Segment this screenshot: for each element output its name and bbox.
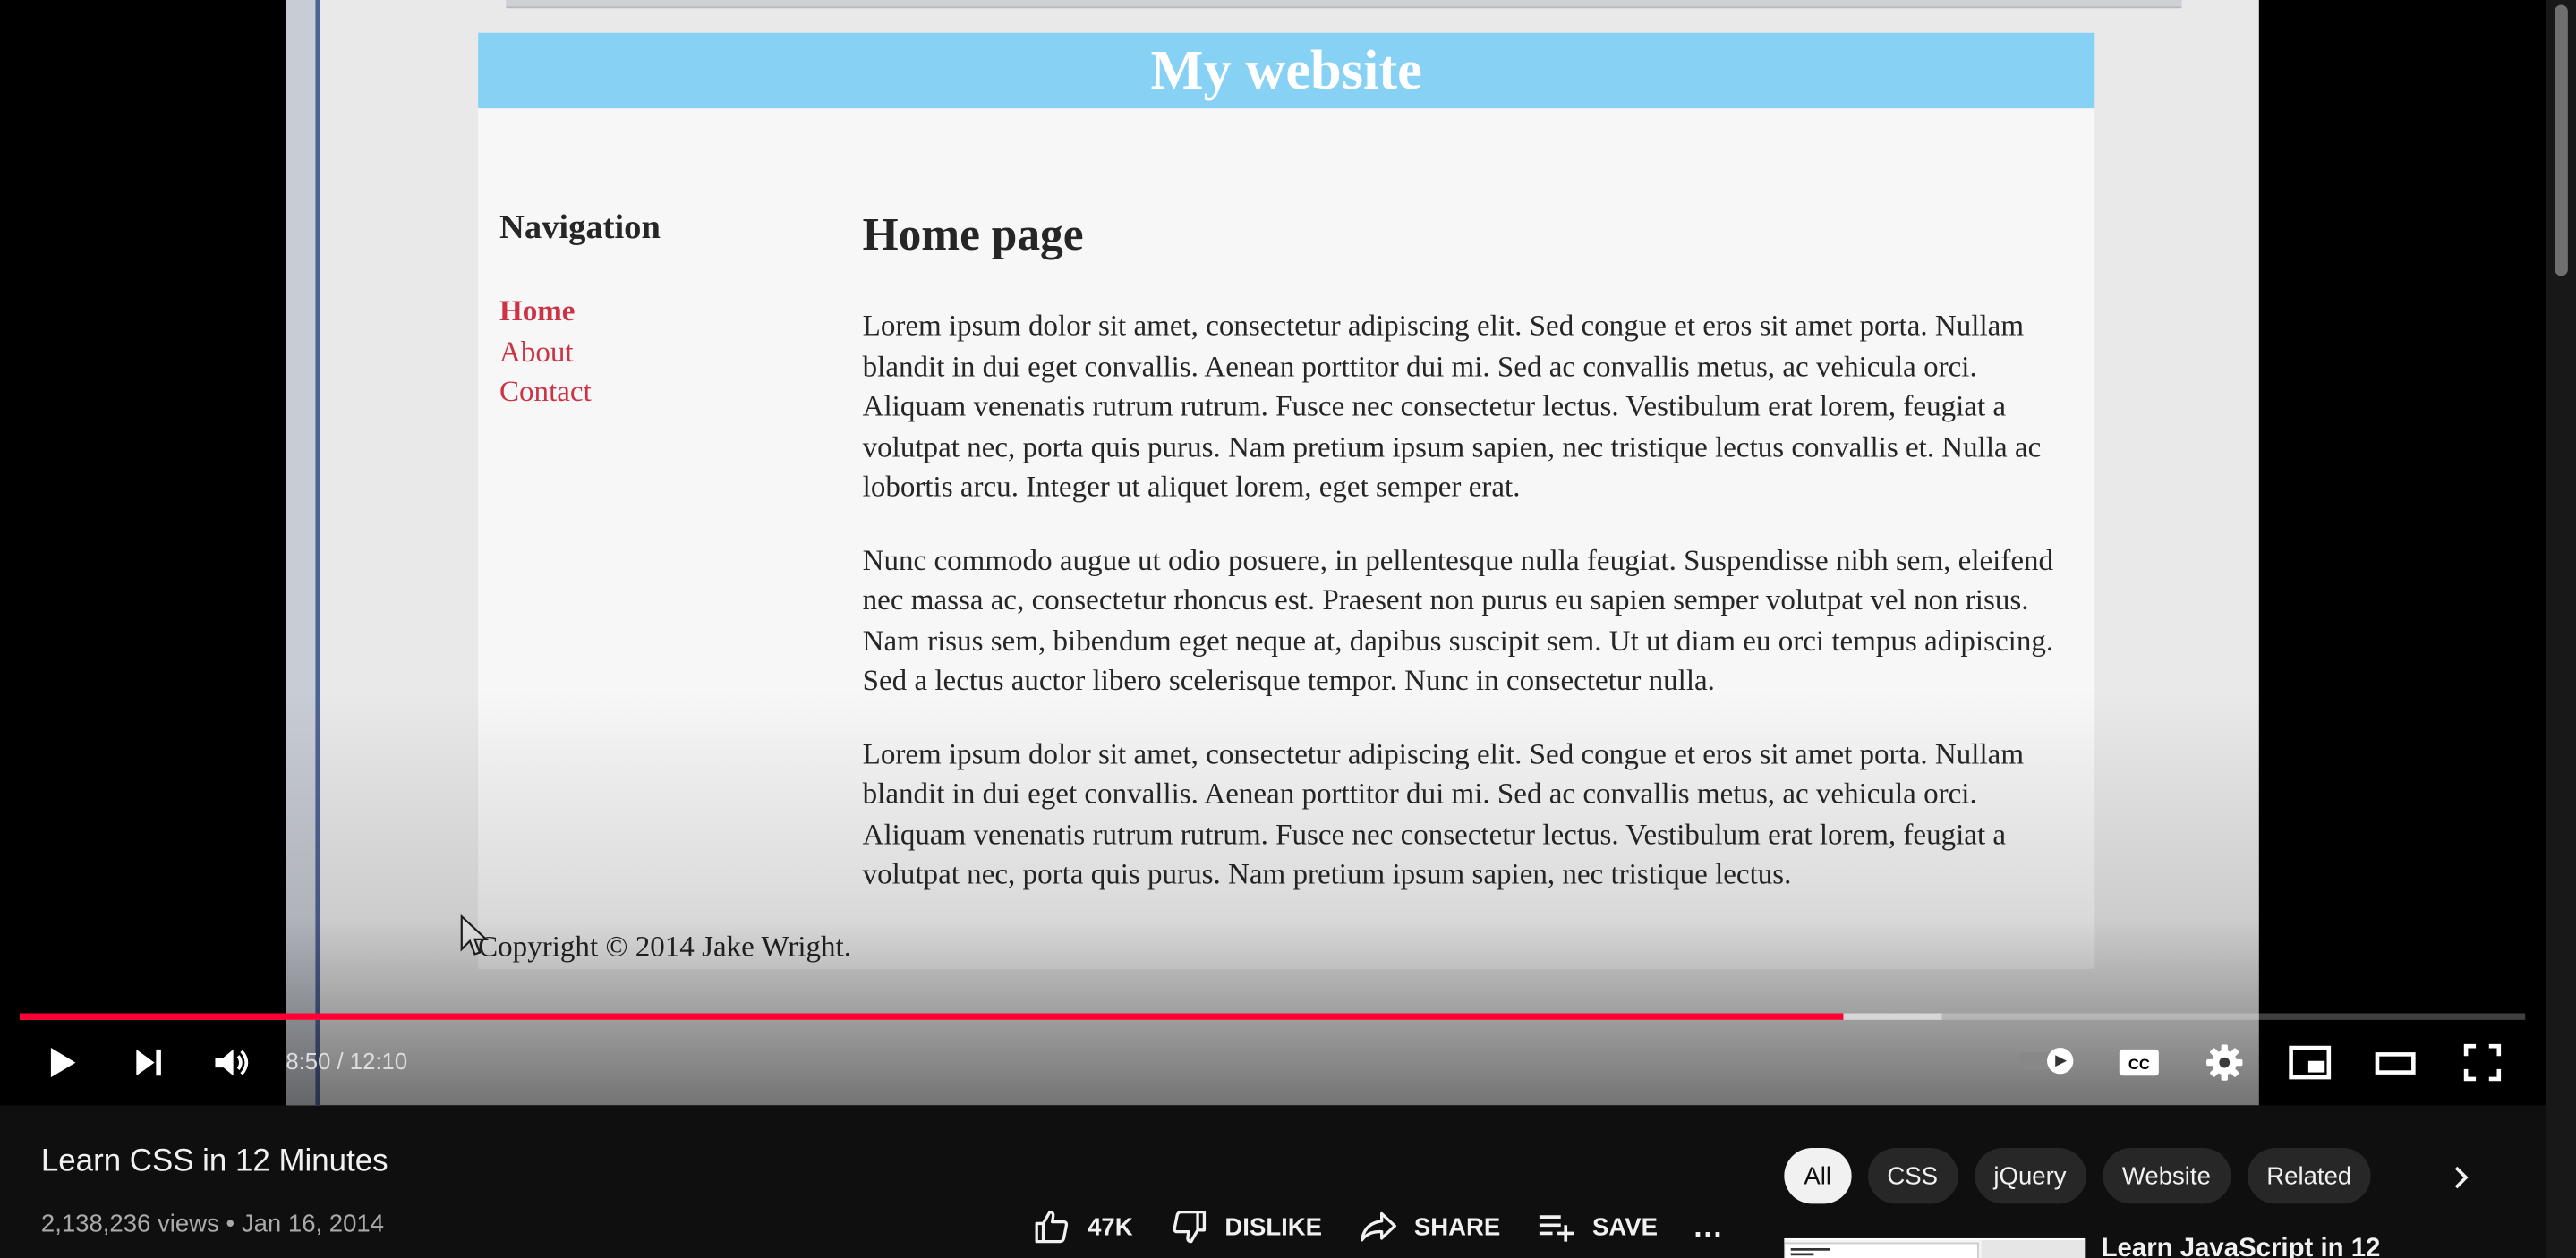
related-video-title[interactable]: Learn JavaScript in 12 Minutes (2102, 1235, 2479, 1258)
share-label: SHARE (1413, 1212, 1501, 1241)
fullscreen-icon (2463, 1043, 2502, 1082)
autoplay-toggle-icon (2017, 1048, 2077, 1075)
related-video-thumbnail[interactable] (1784, 1237, 2086, 1258)
share-button[interactable]: SHARE (1358, 1207, 1500, 1246)
youtube-watch-page: My website Navigation Home About Contact… (0, 0, 2576, 1258)
nav-link-home: Home (499, 293, 576, 327)
mouse-cursor-icon (460, 914, 490, 956)
chevron-right-icon (2454, 1166, 2469, 1189)
dislike-label: DISLIKE (1224, 1212, 1323, 1241)
progress-played (20, 1013, 1844, 1020)
thumbs-up-icon (1035, 1210, 1069, 1244)
site-footer: Copyright © 2014 Jake Wright. (478, 929, 851, 963)
play-icon (50, 1048, 76, 1078)
miniplayer-icon (2289, 1045, 2332, 1080)
more-icon: ... (1693, 1209, 1724, 1243)
meta-separator: • (226, 1210, 235, 1238)
add-to-playlist-icon (1540, 1215, 1574, 1242)
chip-jquery[interactable]: jQuery (1974, 1148, 2086, 1204)
upload-date: Jan 16, 2014 (241, 1210, 385, 1238)
chip-all[interactable]: All (1784, 1148, 1852, 1204)
captions-button[interactable]: CC (2114, 1038, 2163, 1087)
theater-icon (2375, 1052, 2416, 1075)
nav-link-about: About (499, 334, 574, 368)
paragraph: Lorem ipsum dolor sit amet, consectetur … (862, 736, 2025, 890)
video-title: Learn CSS in 12 Minutes (40, 1144, 388, 1179)
more-actions-button[interactable]: ... (1693, 1210, 1723, 1245)
nav-heading: Navigation (499, 207, 661, 247)
next-icon (136, 1049, 161, 1076)
browser-window-edge (286, 0, 320, 1106)
like-count: 47K (1088, 1212, 1133, 1241)
time-display: 8:50 / 12:10 (286, 1048, 408, 1075)
play-button[interactable] (36, 1038, 85, 1087)
video-meta: 2,138,236 views • Jan 16, 2014 (41, 1211, 384, 1238)
browser-address-bar-edge (506, 0, 2182, 9)
thumbs-down-icon (1172, 1210, 1206, 1244)
settings-button[interactable] (2200, 1038, 2249, 1087)
theater-mode-button[interactable] (2371, 1038, 2420, 1087)
save-button[interactable]: SAVE (1537, 1207, 1658, 1246)
site-content: Home page Lorem ipsum dolor sit amet, co… (863, 207, 2076, 927)
miniplayer-button[interactable] (2285, 1038, 2334, 1087)
page-heading: Home page (862, 209, 1084, 261)
captions-icon: CC (2119, 1049, 2159, 1076)
paragraph: Lorem ipsum dolor sit amet, consectetur … (862, 309, 2042, 503)
chip-css[interactable]: CSS (1867, 1148, 1958, 1204)
mute-button[interactable] (207, 1038, 256, 1087)
chips-next-button[interactable] (2440, 1160, 2483, 1195)
chip-related[interactable]: Related (2247, 1148, 2372, 1204)
settings-icon (2206, 1044, 2243, 1081)
volume-icon (215, 1049, 249, 1076)
nav-link-contact: Contact (499, 374, 592, 408)
video-player[interactable]: My website Navigation Home About Contact… (0, 0, 2576, 1106)
progress-bar[interactable] (20, 1013, 2526, 1020)
fullscreen-button[interactable] (2458, 1038, 2507, 1087)
thumbnail-image (1784, 1239, 2086, 1258)
page-scrollbar-thumb[interactable] (2555, 4, 2568, 276)
related-chips: All CSS jQuery Website Related (1784, 1148, 2387, 1204)
dislike-button[interactable]: DISLIKE (1169, 1207, 1322, 1246)
demo-website: My website Navigation Home About Contact… (478, 32, 2095, 969)
next-button[interactable] (124, 1038, 173, 1087)
autoplay-toggle[interactable] (2017, 1048, 2077, 1075)
svg-text:CC: CC (2128, 1057, 2150, 1073)
share-icon (1360, 1211, 1396, 1242)
site-header: My website (478, 32, 2095, 109)
view-count: 2,138,236 views (40, 1210, 219, 1238)
video-actions: 47K DISLIKE SHARE SAVE ... (1032, 1207, 1760, 1246)
save-label: SAVE (1592, 1212, 1658, 1241)
site-navigation: Navigation Home About Contact (499, 207, 828, 412)
chip-website[interactable]: Website (2102, 1148, 2231, 1204)
paragraph: Nunc commodo augue ut odio posuere, in p… (862, 542, 2054, 697)
like-button[interactable]: 47K (1032, 1207, 1133, 1246)
video-frame: My website Navigation Home About Contact… (286, 0, 2259, 1106)
